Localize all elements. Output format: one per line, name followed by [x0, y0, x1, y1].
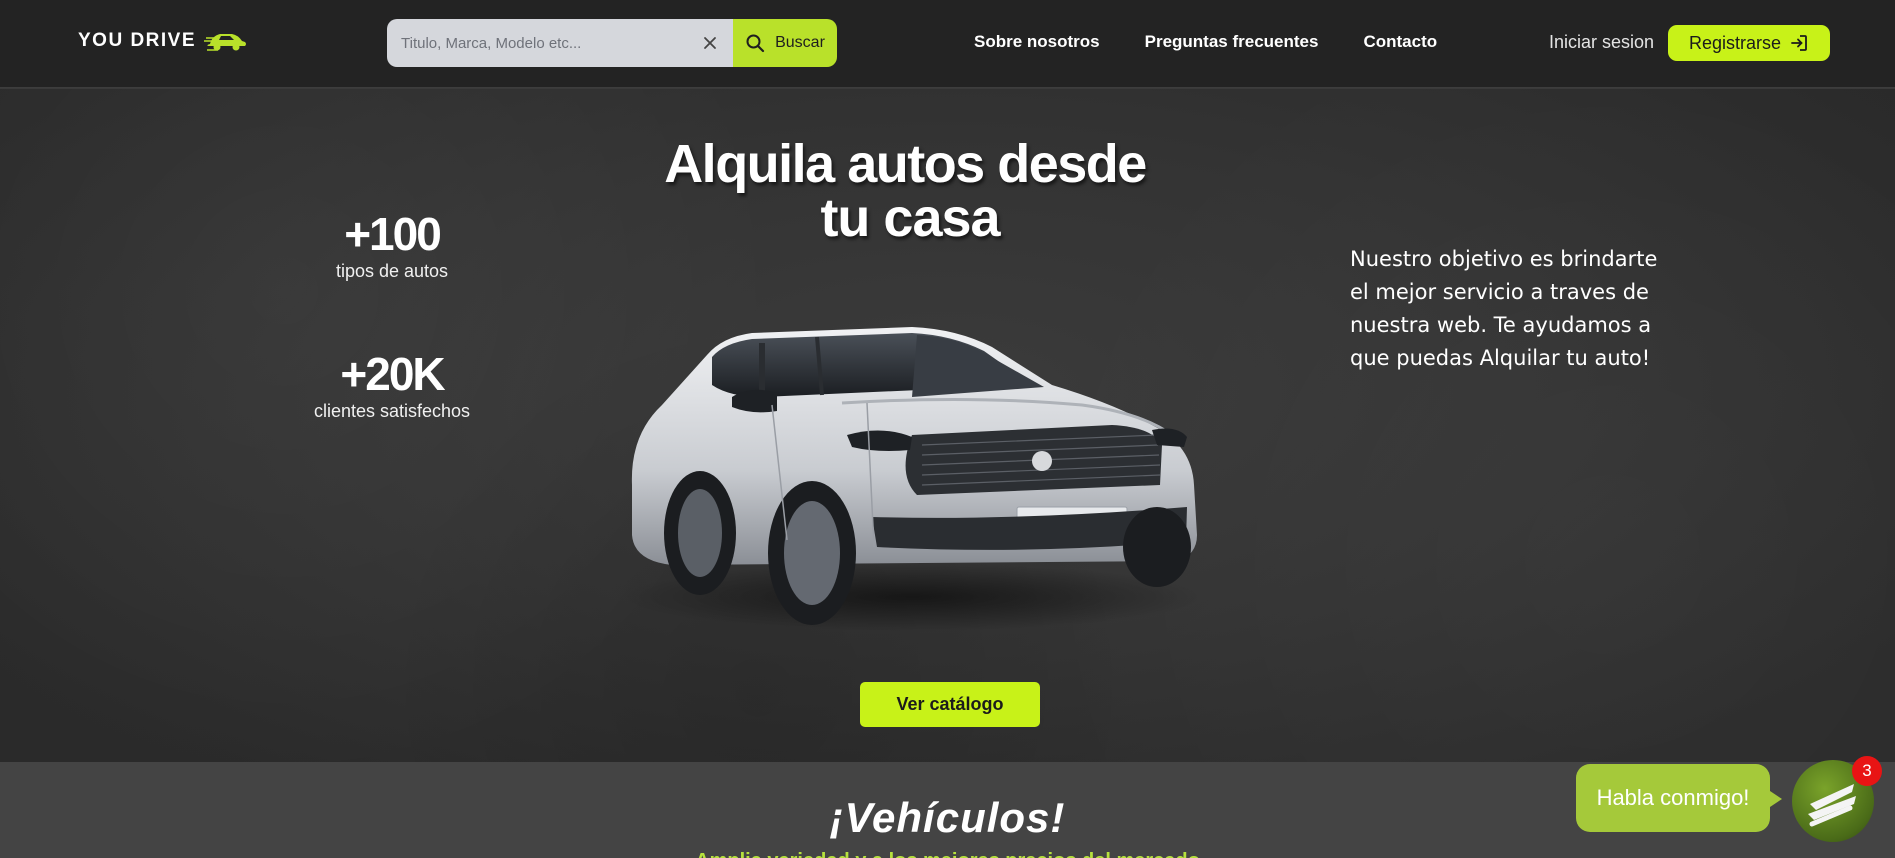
hero-description: Nuestro objetivo es brindarte el mejor s… — [1350, 247, 1658, 370]
close-icon[interactable] — [701, 34, 719, 52]
stat-label: clientes satisfechos — [313, 401, 471, 421]
nav-item-preguntas-frecuentes[interactable]: Preguntas frecuentes — [1145, 32, 1319, 52]
logo[interactable]: YOU DRIVE — [78, 28, 248, 54]
hero-car-image — [622, 327, 1202, 631]
login-link[interactable]: Iniciar sesion — [1549, 32, 1654, 53]
sign-in-icon — [1791, 35, 1807, 51]
hero-section: Alquila autos desde tu casa +100 tipos d… — [0, 89, 1895, 762]
hero-title: Alquila autos desde — [664, 134, 1147, 194]
view-catalog-button[interactable]: Ver catálogo — [860, 682, 1040, 727]
chat-bubble[interactable]: Habla conmigo! — [1576, 764, 1782, 832]
notification-badge: 3 — [1852, 756, 1882, 786]
search-bar: Buscar — [387, 19, 837, 67]
search-button[interactable]: Buscar — [733, 19, 837, 67]
stat-label: tipos de autos — [335, 261, 449, 281]
top-navbar: YOU DRIVE Buscar Sobre nosotros Pregunta… — [0, 0, 1895, 88]
car-icon — [204, 34, 247, 51]
search-button-label: Buscar — [775, 34, 825, 51]
search-input[interactable] — [401, 34, 701, 52]
main-nav: Sobre nosotros Preguntas frecuentes Cont… — [974, 32, 1482, 52]
stat-clients: +20K clientes satisfechos — [272, 349, 512, 422]
search-icon — [746, 34, 765, 53]
section-subtitle: Amplia variedad y a los mejores precios … — [0, 850, 1895, 858]
nav-item-sobre-nosotros[interactable]: Sobre nosotros — [974, 32, 1100, 52]
stat-value: +20K — [340, 348, 445, 400]
stat-value: +100 — [344, 208, 442, 260]
chat-bubble-label: Habla conmigo! — [1596, 785, 1750, 810]
logo-text: YOU DRIVE — [78, 30, 197, 51]
search-input-wrap — [387, 19, 733, 67]
register-button[interactable]: Registrarse — [1668, 25, 1830, 61]
stat-car-types: +100 tipos de autos — [272, 209, 512, 282]
register-button-label: Registrarse — [1688, 32, 1782, 53]
nav-item-contacto[interactable]: Contacto — [1363, 32, 1437, 52]
